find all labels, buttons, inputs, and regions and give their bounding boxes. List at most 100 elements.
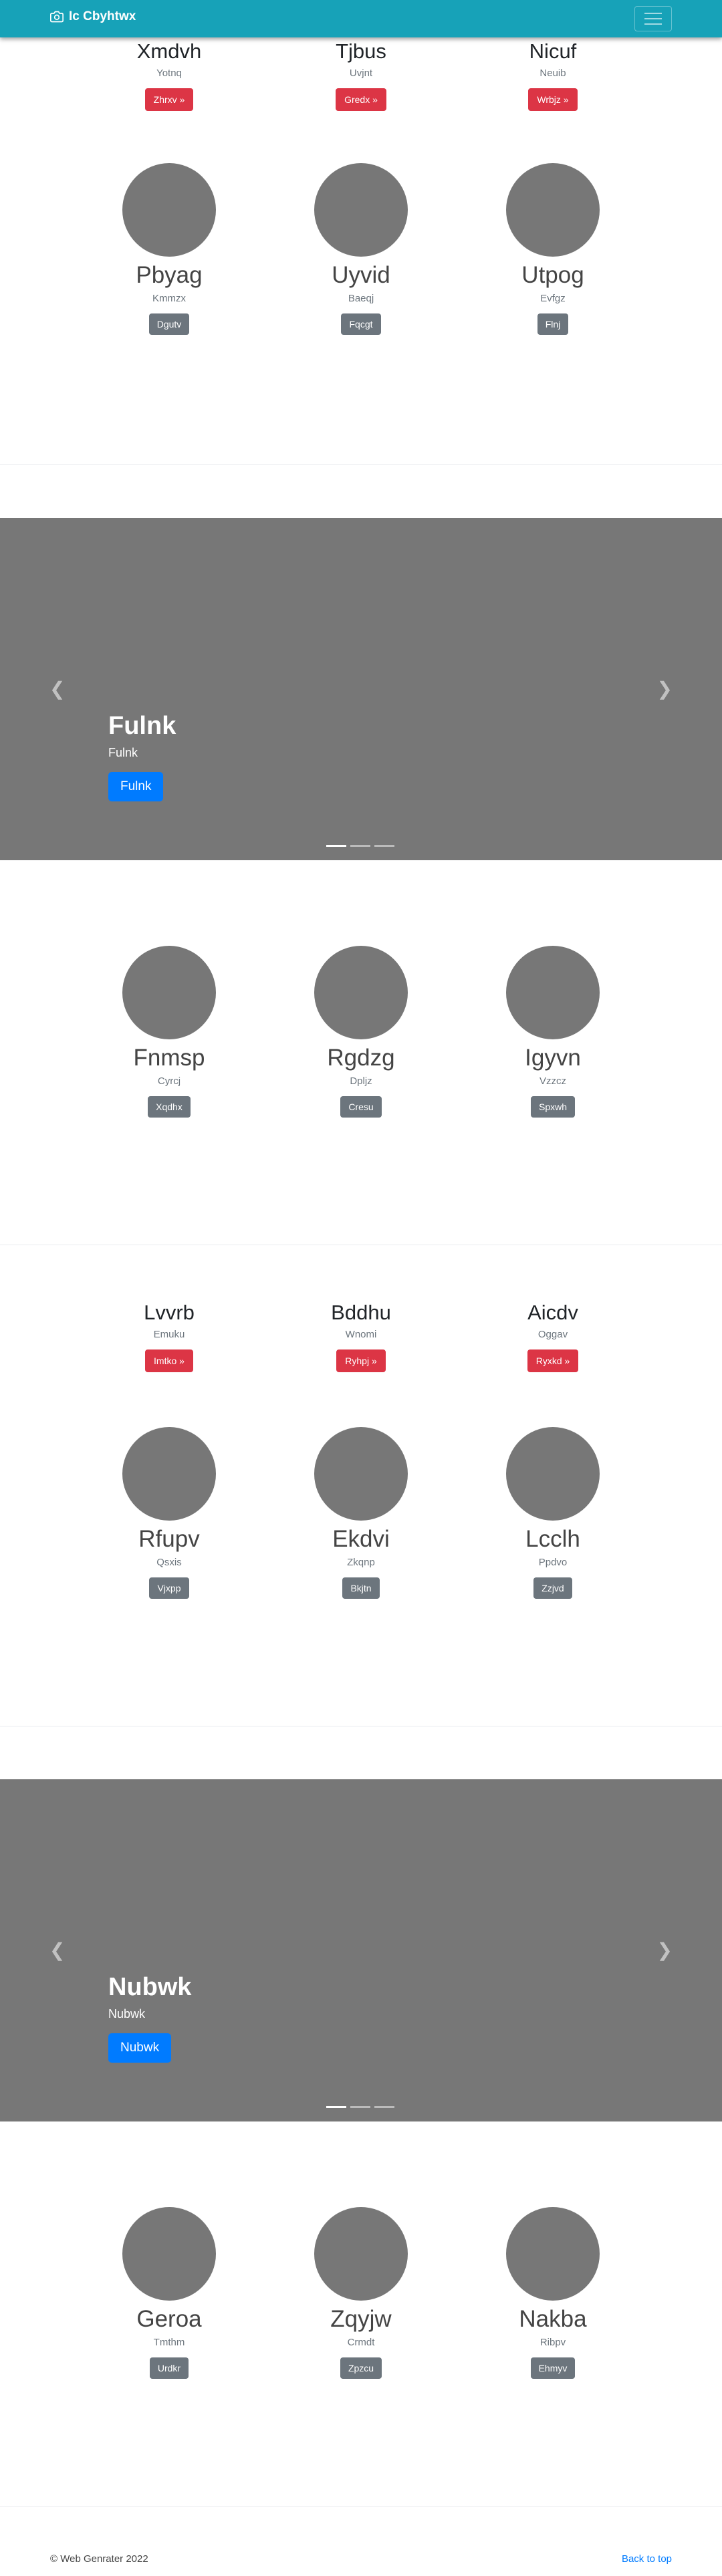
person-card: Fnmsp Cyrcj Xqdhx: [72, 946, 266, 1118]
person-name: Nakba: [519, 2306, 587, 2332]
person-button[interactable]: Cresu: [340, 1096, 382, 1118]
chevron-right-icon[interactable]: ❯: [657, 680, 673, 698]
feature-heading: Nicuf: [529, 39, 577, 63]
carousel-text: Nubwk: [108, 2007, 146, 2021]
avatar: [506, 1427, 600, 1521]
person-button[interactable]: Bkjtn: [342, 1577, 380, 1599]
person-name: Utpog: [521, 262, 584, 288]
person-card: Utpog Evfgz Flnj: [456, 163, 650, 336]
back-to-top-link[interactable]: Back to top: [622, 2553, 672, 2565]
avatar: [122, 1427, 216, 1521]
carousel-text: Fulnk: [108, 746, 138, 759]
avatar: [122, 163, 216, 257]
person-text: Dpljz: [350, 1075, 372, 1087]
navbar-toggler-button[interactable]: [634, 6, 672, 31]
feature-text: Uvjnt: [349, 68, 373, 80]
carousel-indicator[interactable]: [326, 2106, 346, 2108]
person-text: Ribpv: [539, 2337, 566, 2349]
feature-text: Wnomi: [345, 1329, 377, 1341]
carousel: ❮ ❯ Nubwk Nubwk Nubwk: [0, 1779, 722, 2121]
footer: © Web Genrater 2022 Back to top: [0, 2553, 722, 2576]
avatar: [314, 163, 408, 257]
carousel-caption: Nubwk Nubwk Nubwk: [108, 1972, 192, 2063]
avatar: [506, 163, 600, 257]
carousel-title: Nubwk: [108, 1973, 192, 2002]
hamburger-icon: [644, 13, 662, 14]
chevron-right-icon[interactable]: ❯: [657, 1941, 673, 1960]
person-card: Ekdvi Zkqnp Bkjtn: [264, 1427, 458, 1599]
feature-button[interactable]: Ryxkd »: [527, 1349, 579, 1373]
feature-column: Bddhu Wnomi Ryhpj »: [264, 1300, 458, 1373]
person-text: Kmmzx: [152, 293, 186, 305]
feature-column: Nicuf Neuib Wrbjz »: [456, 39, 650, 112]
feature-heading: Xmdvh: [136, 39, 202, 63]
person-name: Ekdvi: [332, 1526, 390, 1552]
person-button[interactable]: Vjxpp: [149, 1577, 189, 1599]
person-button[interactable]: Zzjvd: [533, 1577, 572, 1599]
person-text: Ppdvo: [538, 1557, 568, 1569]
person-button[interactable]: Dgutv: [148, 313, 190, 336]
person-text: Zkqnp: [347, 1557, 375, 1569]
feature-text: Emuku: [153, 1329, 185, 1341]
person-text: Vzzcz: [539, 1075, 566, 1087]
carousel-indicator[interactable]: [350, 2106, 370, 2108]
feature-button[interactable]: Wrbjz »: [528, 88, 578, 112]
person-button[interactable]: Urdkr: [149, 2357, 189, 2379]
person-button[interactable]: Xqdhx: [148, 1096, 191, 1118]
feature-column: Xmdvh Yotnq Zhrxv »: [72, 39, 266, 112]
carousel-indicator[interactable]: [326, 845, 346, 847]
person-button[interactable]: Fqcgt: [341, 313, 381, 336]
person-button[interactable]: Flnj: [537, 313, 569, 336]
person-card: Igyvn Vzzcz Spxwh: [456, 946, 650, 1118]
person-card: Lcclh Ppdvo Zzjvd: [456, 1427, 650, 1599]
person-text: Baeqj: [348, 293, 374, 305]
avatar: [506, 946, 600, 1039]
carousel-indicators: [326, 845, 394, 847]
person-text: Evfgz: [540, 293, 566, 305]
navbar-brand[interactable]: Ic Cbyhtwx: [50, 9, 136, 24]
person-text: Qsxis: [156, 1557, 182, 1569]
feature-button[interactable]: Zhrxv »: [144, 88, 194, 112]
person-name: Igyvn: [525, 1045, 581, 1071]
feature-column: Lvvrb Emuku Imtko »: [72, 1300, 266, 1373]
carousel-indicators: [326, 2106, 394, 2108]
carousel-indicator[interactable]: [350, 845, 370, 847]
feature-heading: Aicdv: [527, 1301, 578, 1324]
feature-button[interactable]: Gredx »: [336, 88, 386, 112]
person-card: Rfupv Qsxis Vjxpp: [72, 1427, 266, 1599]
person-card: Zqyjw Crmdt Zpzcu: [264, 2207, 458, 2379]
carousel-button[interactable]: Fulnk: [108, 772, 164, 801]
carousel-button[interactable]: Nubwk: [108, 2033, 172, 2063]
chevron-left-icon[interactable]: ❮: [49, 1941, 65, 1960]
avatar: [314, 2207, 408, 2301]
person-button[interactable]: Zpzcu: [340, 2357, 382, 2379]
person-card: Rgdzg Dpljz Cresu: [264, 946, 458, 1118]
person-name: Zqyjw: [330, 2306, 392, 2332]
person-text: Tmthm: [153, 2337, 185, 2349]
person-name: Geroa: [136, 2306, 202, 2332]
carousel-indicator[interactable]: [374, 2106, 394, 2108]
person-name: Rgdzg: [327, 1045, 395, 1071]
feature-button[interactable]: Ryhpj »: [336, 1349, 386, 1373]
person-button[interactable]: Ehmyv: [530, 2357, 576, 2379]
avatar: [314, 946, 408, 1039]
section-divider: [0, 464, 722, 465]
person-button[interactable]: Spxwh: [530, 1096, 576, 1118]
person-text: Crmdt: [347, 2337, 375, 2349]
person-text: Cyrcj: [157, 1075, 181, 1087]
avatar: [506, 2207, 600, 2301]
avatar: [122, 946, 216, 1039]
brand-label: Ic Cbyhtwx: [69, 9, 136, 23]
avatar: [122, 2207, 216, 2301]
person-card: Pbyag Kmmzx Dgutv: [72, 163, 266, 336]
navbar: Ic Cbyhtwx: [0, 0, 722, 37]
person-name: Fnmsp: [133, 1045, 205, 1071]
feature-button[interactable]: Imtko »: [145, 1349, 193, 1373]
feature-text: Neuib: [539, 68, 566, 80]
carousel-indicator[interactable]: [374, 845, 394, 847]
person-card: Nakba Ribpv Ehmyv: [456, 2207, 650, 2379]
feature-heading: Lvvrb: [144, 1301, 195, 1324]
person-name: Rfupv: [138, 1526, 200, 1552]
copyright-text: © Web Genrater 2022: [50, 2553, 148, 2565]
chevron-left-icon[interactable]: ❮: [49, 680, 65, 698]
